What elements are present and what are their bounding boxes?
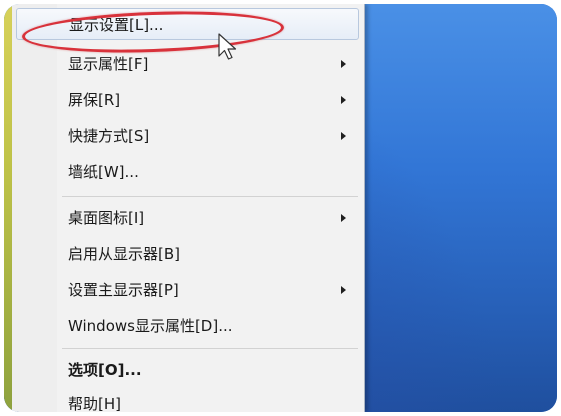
- menu-item-display-properties[interactable]: 显示属性[F]: [16, 48, 359, 80]
- menu-item-set-primary-display[interactable]: 设置主显示器[P]: [16, 274, 359, 306]
- menu-item-label: 启用从显示器[B]: [68, 245, 180, 263]
- menu-item-label: 屏保[R]: [68, 91, 121, 109]
- menu-item-help[interactable]: 帮助[H]: [16, 388, 359, 412]
- menu-item-desktop-icons[interactable]: 桌面图标[I]: [16, 202, 359, 234]
- menu-item-enable-secondary-display[interactable]: 启用从显示器[B]: [16, 238, 359, 270]
- menu-item-screensaver[interactable]: 屏保[R]: [16, 84, 359, 116]
- menu-item-label: 设置主显示器[P]: [68, 281, 179, 299]
- menu-item-label: Windows显示属性[D]...: [68, 317, 233, 335]
- menu-item-label: 快捷方式[S]: [68, 127, 150, 145]
- menu-item-label: 显示属性[F]: [68, 55, 149, 73]
- submenu-arrow-icon: [341, 60, 346, 68]
- left-window-edge: [4, 4, 12, 412]
- menu-item-label: 墙纸[W]...: [68, 163, 139, 181]
- menu-item-label: 选项[O]...: [68, 361, 142, 379]
- menu-item-wallpaper[interactable]: 墙纸[W]...: [16, 156, 359, 188]
- submenu-arrow-icon: [341, 286, 346, 294]
- submenu-arrow-icon: [341, 214, 346, 222]
- submenu-arrow-icon: [341, 96, 346, 104]
- menu-item-label: 桌面图标[I]: [68, 209, 145, 227]
- screenshot-frame: 显示设置[L]... 显示属性[F] 屏保[R] 快捷方式[S] 墙纸[W]..…: [4, 4, 557, 412]
- menu-separator: [62, 196, 358, 197]
- menu-item-shortcuts[interactable]: 快捷方式[S]: [16, 120, 359, 152]
- menu-item-label: 帮助[H]: [68, 395, 121, 412]
- submenu-arrow-icon: [341, 132, 346, 140]
- mouse-pointer-icon: [218, 33, 237, 60]
- menu-separator: [62, 348, 358, 349]
- menu-item-options[interactable]: 选项[O]...: [16, 354, 359, 386]
- menu-item-windows-display-properties[interactable]: Windows显示属性[D]...: [16, 310, 359, 342]
- context-menu: 显示设置[L]... 显示属性[F] 屏保[R] 快捷方式[S] 墙纸[W]..…: [12, 4, 365, 412]
